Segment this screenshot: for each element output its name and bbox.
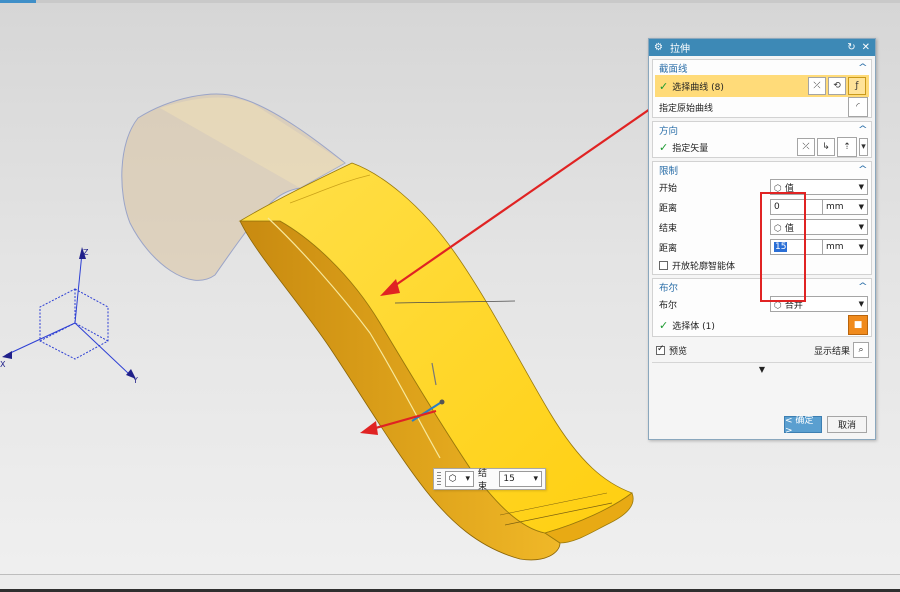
- boolean-label: 布尔: [659, 300, 678, 311]
- select-body-label: 选择体 (1): [672, 321, 715, 332]
- origin-curve-label: 指定原始曲线: [659, 103, 714, 114]
- solid-body-icon[interactable]: ■: [848, 315, 868, 335]
- chevron-down-icon: ▾: [465, 474, 471, 484]
- end-unit-value: mm: [826, 242, 844, 252]
- checkmark-icon: ✓: [659, 140, 669, 154]
- cancel-button[interactable]: 取消: [827, 416, 867, 433]
- limits-header[interactable]: 限制 ^: [653, 162, 871, 177]
- select-curve-label: 选择曲线 (8): [672, 82, 724, 93]
- red-arrow-1: [389, 108, 651, 290]
- preview-label: 预览: [669, 346, 688, 357]
- specify-vector-label: 指定矢量: [672, 143, 709, 154]
- status-strip: [0, 574, 900, 592]
- gear-icon[interactable]: ⚙: [654, 42, 665, 53]
- end-type-dropdown[interactable]: ⬡ ▾: [444, 471, 475, 487]
- vector-axis-icon[interactable]: ↳: [817, 138, 835, 156]
- start-unit-value: mm: [826, 202, 844, 212]
- sketch-section-icon[interactable]: ⟲: [828, 77, 846, 95]
- dialog-title: 拉伸: [670, 44, 690, 55]
- preview-checkbox[interactable]: [656, 344, 665, 355]
- show-result-label: 显示结果: [813, 346, 850, 357]
- cube-icon: ⬡: [448, 474, 457, 484]
- specify-vector-row[interactable]: ✓ 指定矢量 ⤫ ↳ ⇡ ▾: [653, 137, 871, 157]
- direction-title: 方向: [659, 125, 679, 137]
- magnifier-icon[interactable]: ⌕: [853, 342, 869, 358]
- checkmark-icon: ✓: [659, 79, 669, 93]
- chevron-down-icon[interactable]: ▾: [859, 138, 868, 156]
- axis-y-label: Y: [132, 376, 138, 385]
- start-label: 开始: [659, 183, 678, 194]
- chevron-down-icon: ▾: [533, 474, 538, 484]
- boolean-value: 合并: [784, 300, 803, 311]
- ok-button[interactable]: < 确定 >: [784, 416, 822, 436]
- wcs-triad: [5, 252, 131, 376]
- chevron-down-icon: ▼: [858, 300, 864, 308]
- dialog-actions: < 确定 > 取消: [649, 416, 875, 436]
- direction-header[interactable]: 方向 ^: [653, 122, 871, 137]
- origin-curve-icon[interactable]: ◜: [848, 97, 868, 117]
- collapse-icon[interactable]: ^: [858, 282, 868, 292]
- direction-group: 方向 ^ ✓ 指定矢量 ⤫ ↳ ⇡ ▾: [652, 121, 872, 158]
- origin-curve-row[interactable]: 指定原始曲线 ◜: [653, 97, 871, 117]
- end-distance-label: 距离: [659, 243, 678, 254]
- select-curve-row[interactable]: ✓ 选择曲线 (8) ⤫ ⟲ ƒ: [655, 75, 869, 97]
- divider: [652, 362, 872, 363]
- reset-icon[interactable]: ↻: [847, 42, 855, 53]
- select-body-row[interactable]: ✓ 选择体 (1) ■: [653, 314, 871, 336]
- section-curve-header[interactable]: 截面线 ^: [653, 60, 871, 75]
- dialog-title-bar: ⚙ 拉伸 ↻ ✕: [649, 39, 875, 56]
- collapse-icon[interactable]: ^: [858, 63, 868, 73]
- deselect-icon[interactable]: ⤫: [808, 77, 826, 95]
- floating-mini-toolbar: ⬡ ▾ 结束 15 ▾: [433, 468, 546, 492]
- checkmark-icon: ✓: [659, 318, 669, 332]
- end-unit-select[interactable]: mm ▼: [822, 239, 868, 255]
- chevron-down-icon: ▼: [858, 203, 864, 211]
- vector-handle: [439, 399, 445, 405]
- limits-title: 限制: [659, 165, 679, 177]
- start-unit-select[interactable]: mm ▼: [822, 199, 868, 215]
- toolbar-grip[interactable]: [437, 472, 441, 486]
- red-highlight-box: [760, 192, 806, 302]
- section-curve-group: 截面线 ^ ✓ 选择曲线 (8) ⤫ ⟲ ƒ 指定原始曲线 ◜: [652, 59, 872, 118]
- open-profile-checkbox[interactable]: [659, 261, 668, 270]
- reverse-direction-icon[interactable]: ⤫: [797, 138, 815, 156]
- collapse-icon[interactable]: ^: [858, 165, 868, 175]
- chevron-down-icon: ▼: [858, 223, 864, 231]
- chevron-down-icon: ▼: [858, 183, 864, 191]
- start-distance-label: 距离: [659, 203, 678, 214]
- axis-x-label: X: [0, 360, 6, 369]
- unite-icon: ⬡: [774, 300, 782, 311]
- curve-icon[interactable]: ƒ: [848, 77, 866, 95]
- section-curve-title: 截面线: [659, 63, 688, 75]
- chevron-down-icon: ▼: [858, 243, 864, 251]
- expand-more-icon[interactable]: ▼: [649, 365, 875, 374]
- vector-constructor-icon[interactable]: ⇡: [837, 137, 857, 157]
- close-icon[interactable]: ✕: [862, 42, 870, 53]
- mini-end-input[interactable]: 15 ▾: [499, 471, 542, 487]
- mini-end-label: 结束: [478, 469, 488, 492]
- boolean-title: 布尔: [659, 282, 679, 294]
- mini-end-value: 15: [503, 474, 515, 484]
- axis-z-label: Z: [83, 248, 89, 257]
- preview-row: 预览 显示结果 ⌕: [652, 340, 872, 360]
- collapse-icon[interactable]: ^: [858, 125, 868, 135]
- end-label: 结束: [659, 223, 678, 234]
